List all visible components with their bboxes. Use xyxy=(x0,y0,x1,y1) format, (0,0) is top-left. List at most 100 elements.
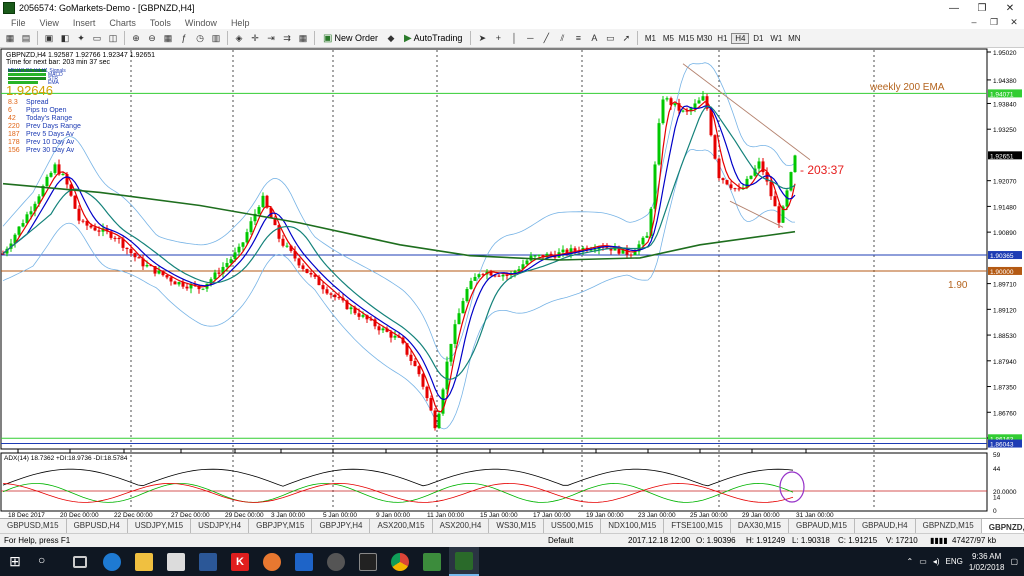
tester-icon[interactable]: ◫ xyxy=(106,31,120,45)
zoom-out-icon[interactable]: ⊖ xyxy=(145,31,159,45)
chart-tabs: GBPUSD,M15 GBPUSD,H4 USDJPY,M15 USDJPY,H4 GB… xyxy=(0,518,1024,533)
chart-tab[interactable]: USDJPY,H4 xyxy=(191,519,250,533)
navigator-icon[interactable]: ✦ xyxy=(74,31,88,45)
chart-tab[interactable]: GBPAUD,H4 xyxy=(855,519,916,533)
menu-help[interactable]: Help xyxy=(224,18,257,28)
clock[interactable]: 9:36 AM 1/02/2018 xyxy=(969,551,1005,573)
tray-language[interactable]: ENG xyxy=(946,557,963,566)
child-close-button[interactable]: ✕ xyxy=(1004,17,1024,28)
timeframe-h1[interactable]: H1 xyxy=(713,34,731,43)
menu-file[interactable]: File xyxy=(4,18,33,28)
indicators-icon[interactable]: ƒ xyxy=(177,31,191,45)
settings-icon[interactable] xyxy=(321,547,351,576)
autoscroll-icon[interactable]: ⇉ xyxy=(280,31,294,45)
close-button[interactable]: ✕ xyxy=(996,3,1024,14)
price-axis-label: 1.91480 xyxy=(993,204,1017,211)
minimize-button[interactable]: — xyxy=(940,3,968,14)
metatrader-icon[interactable] xyxy=(449,547,479,576)
menu-insert[interactable]: Insert xyxy=(66,18,103,28)
tray-chevron-icon[interactable]: ⌃ xyxy=(907,557,914,566)
chart-tab[interactable]: USDJPY,M15 xyxy=(128,519,192,533)
chart-tab[interactable]: ASX200,M15 xyxy=(370,519,433,533)
start-button[interactable]: ⊞ xyxy=(0,547,30,576)
chart-tab[interactable]: NDX100,M15 xyxy=(601,519,665,533)
vertical-line-icon[interactable]: │ xyxy=(507,31,521,45)
timeframe-w1[interactable]: W1 xyxy=(767,34,785,43)
experts-icon[interactable]: ◈ xyxy=(232,31,246,45)
cursor-icon[interactable]: ➤ xyxy=(475,31,489,45)
fibonacci-icon[interactable]: ≡ xyxy=(571,31,585,45)
chart-shift-icon[interactable]: ⇥ xyxy=(264,31,278,45)
menu-window[interactable]: Window xyxy=(178,18,224,28)
chart-tab[interactable]: ASX200,H4 xyxy=(433,519,490,533)
grid-icon[interactable]: ▦ xyxy=(296,31,310,45)
word-icon[interactable] xyxy=(193,547,223,576)
tile-icon[interactable]: ▦ xyxy=(161,31,175,45)
store-icon[interactable] xyxy=(161,547,191,576)
timeframe-d1[interactable]: D1 xyxy=(749,34,767,43)
shield-icon[interactable] xyxy=(289,547,319,576)
templates-icon[interactable]: ▥ xyxy=(209,31,223,45)
menu-view[interactable]: View xyxy=(33,18,66,28)
horizontal-line-icon[interactable]: ─ xyxy=(523,31,537,45)
timeframe-mn[interactable]: MN xyxy=(785,34,803,43)
gallery-icon[interactable] xyxy=(417,547,447,576)
timeframe-m30[interactable]: M30 xyxy=(695,34,713,43)
candle-body xyxy=(381,328,385,331)
terminal-app-icon[interactable] xyxy=(353,547,383,576)
candle-body xyxy=(389,331,393,338)
profiles-icon[interactable]: ▤ xyxy=(19,31,33,45)
price-chart[interactable]: 594420.0000140 1.950201.943801.938401.93… xyxy=(0,48,1024,519)
network-icon[interactable]: ▭ xyxy=(919,557,927,566)
search-icon[interactable]: ○ xyxy=(38,553,56,571)
timeframe-m15[interactable]: M15 xyxy=(677,34,695,43)
timeframe-m5[interactable]: M5 xyxy=(659,34,677,43)
paint-icon[interactable] xyxy=(257,547,287,576)
child-minimize-button[interactable]: – xyxy=(964,17,984,28)
candle-body xyxy=(261,195,265,208)
chart-tab[interactable]: GBPJPY,M15 xyxy=(249,519,313,533)
chart-tab[interactable]: GBPUSD,M15 xyxy=(0,519,67,533)
chrome-icon[interactable] xyxy=(385,547,415,576)
chart-tab[interactable]: GBPNZD,M15 xyxy=(916,519,982,533)
timeframe-m1[interactable]: M1 xyxy=(641,34,659,43)
chart-tab[interactable]: GBPUSD,H4 xyxy=(67,519,128,533)
terminal-icon[interactable]: ▭ xyxy=(90,31,104,45)
maximize-button[interactable]: ❐ xyxy=(968,3,996,14)
edge-icon[interactable] xyxy=(97,547,127,576)
menu-tools[interactable]: Tools xyxy=(143,18,178,28)
label-tool-icon[interactable]: ▭ xyxy=(603,31,617,45)
autotrading-button[interactable]: ▶ AutoTrading xyxy=(402,33,464,44)
arrows-tool-icon[interactable]: ➚ xyxy=(619,31,633,45)
metaeditor-icon[interactable]: ◆ xyxy=(384,31,398,45)
crosshair-icon[interactable]: ✛ xyxy=(248,31,262,45)
timeframe-h4[interactable]: H4 xyxy=(731,32,750,44)
zoom-in-icon[interactable]: ⊕ xyxy=(129,31,143,45)
chart-tab[interactable]: GBPJPY,H4 xyxy=(312,519,371,533)
chart-tab[interactable]: DAX30,M15 xyxy=(731,519,789,533)
menu-charts[interactable]: Charts xyxy=(102,18,143,28)
periods-icon[interactable]: ◷ xyxy=(193,31,207,45)
crosshair-tool-icon[interactable]: + xyxy=(491,31,505,45)
volume-icon[interactable]: ◂) xyxy=(933,557,940,566)
new-chart-icon[interactable]: ▦ xyxy=(3,31,17,45)
chart-tab[interactable]: WS30,M15 xyxy=(489,519,544,533)
trendline-icon[interactable]: ╱ xyxy=(539,31,553,45)
chart-tab[interactable]: FTSE100,M15 xyxy=(664,519,731,533)
task-view-icon[interactable] xyxy=(65,547,95,576)
text-tool-icon[interactable]: A xyxy=(587,31,601,45)
chart-header: GBPNZD,H4 1.92587 1.92766 1.92347 1.9265… xyxy=(6,52,155,59)
new-order-button[interactable]: ▣ New Order xyxy=(321,33,380,44)
chart-tab[interactable]: GBPNZD,H4 xyxy=(981,519,1024,533)
chart-tab[interactable]: GBPAUD,M15 xyxy=(789,519,855,533)
price-axis-label: 1.95020 xyxy=(993,50,1017,57)
data-window-icon[interactable]: ◧ xyxy=(58,31,72,45)
market-watch-icon[interactable]: ▣ xyxy=(42,31,56,45)
channel-icon[interactable]: ⫽ xyxy=(555,31,569,45)
k-app-icon[interactable]: K xyxy=(225,547,255,576)
chart-window[interactable]: 59 44 20.0000 14 0 1.95020 1.94380 1.93840 1.93… xyxy=(0,48,1024,519)
file-explorer-icon[interactable] xyxy=(129,547,159,576)
chart-tab[interactable]: US500,M15 xyxy=(544,519,602,533)
child-restore-button[interactable]: ❐ xyxy=(984,17,1004,28)
notifications-icon[interactable]: ▢ xyxy=(1010,557,1018,566)
